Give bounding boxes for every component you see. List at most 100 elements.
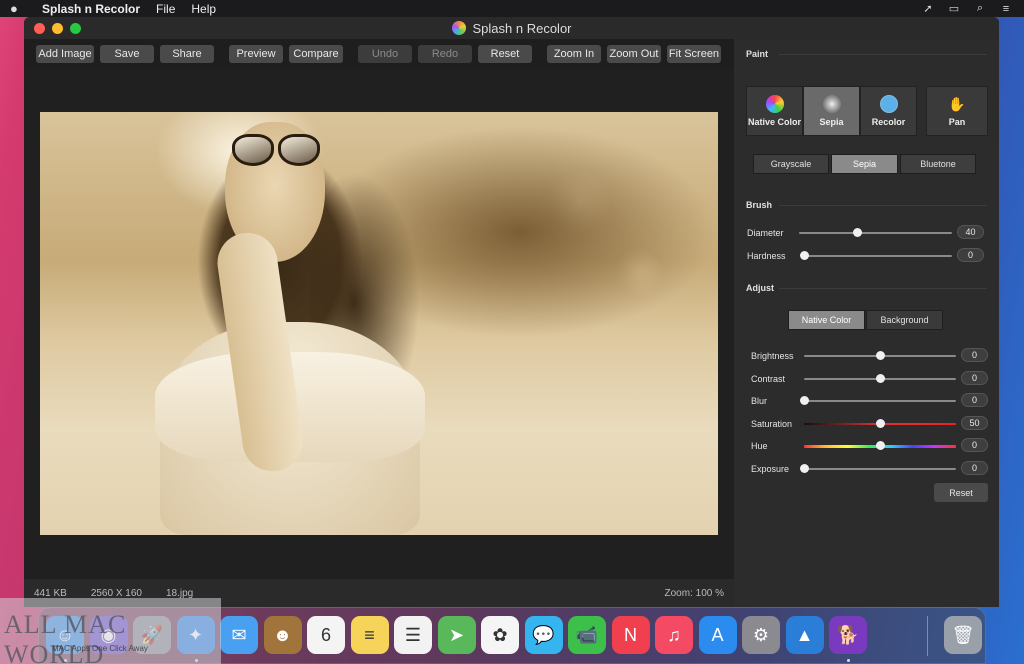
minimize-window-button[interactable]	[52, 23, 63, 34]
music-icon[interactable]: ♫	[655, 616, 693, 654]
brightness-label: Brightness	[751, 351, 794, 361]
blur-slider[interactable]	[800, 396, 956, 405]
maps-icon[interactable]: ➤	[437, 616, 476, 654]
fit-screen-button[interactable]: Fit Screen	[667, 45, 721, 63]
contrast-label: Contrast	[751, 373, 786, 384]
facetime-icon[interactable]: 📹	[568, 616, 606, 654]
altitude-icon[interactable]: ▲	[785, 616, 824, 654]
zoom-level: Zoom: 100 %	[664, 587, 724, 599]
saturation-slider-knob[interactable]	[876, 418, 885, 428]
app-icon	[451, 21, 466, 35]
blur-slider-knob[interactable]	[800, 396, 809, 405]
app-store-icon[interactable]: A	[698, 616, 737, 654]
saturation-slider[interactable]	[804, 418, 956, 428]
news-icon[interactable]: N	[611, 616, 650, 654]
control-center-icon[interactable]: ≡	[998, 3, 1014, 15]
reset-button[interactable]: Reset	[478, 45, 532, 63]
zoom-in-button[interactable]: Zoom In	[547, 45, 601, 63]
location-icon[interactable]: ➚	[920, 3, 936, 15]
photos-icon[interactable]: ✿	[481, 616, 519, 654]
recolor-icon	[879, 95, 898, 113]
mode-native-color-label: Native Color	[747, 117, 801, 127]
menu-help[interactable]: Help	[191, 2, 216, 16]
hardness-slider[interactable]	[800, 251, 952, 260]
save-button[interactable]: Save	[100, 45, 154, 63]
edited-photo[interactable]	[40, 112, 718, 535]
undo-button[interactable]: Undo	[358, 45, 412, 63]
pan-label: Pan	[948, 117, 966, 127]
mode-recolor-label: Recolor	[871, 117, 906, 127]
hue-slider-knob[interactable]	[876, 441, 885, 450]
contacts-icon[interactable]: ☻	[263, 616, 302, 654]
diameter-label: Diameter	[747, 228, 784, 238]
file-size: 441 KB	[34, 587, 67, 599]
diameter-slider[interactable]	[799, 228, 952, 237]
system-preferences-icon[interactable]: ⚙	[742, 616, 780, 654]
contrast-slider-knob[interactable]	[876, 373, 885, 383]
image-canvas[interactable]	[24, 67, 734, 579]
messages-icon[interactable]: 💬	[524, 616, 563, 654]
contrast-value[interactable]: 0	[961, 370, 988, 385]
splash-n-recolor-icon[interactable]: 🐕	[829, 616, 867, 654]
adjust-reset-button[interactable]: Reset	[934, 483, 988, 502]
reminders-icon[interactable]: ☰	[394, 616, 432, 654]
app-window: Splash n Recolor Add Image Save Share Pr…	[24, 17, 999, 607]
filter-grayscale-button[interactable]: Grayscale	[753, 154, 829, 174]
file-name: 18.jpg	[165, 587, 194, 599]
filter-sepia-button[interactable]: Sepia	[831, 154, 898, 174]
brightness-slider-knob[interactable]	[876, 351, 885, 360]
share-button[interactable]: Share	[160, 45, 214, 63]
maximize-window-button[interactable]	[70, 23, 81, 34]
mode-recolor-button[interactable]: Recolor	[860, 86, 917, 136]
trash-icon[interactable]: 🗑	[944, 616, 982, 654]
adjust-tab-native-color[interactable]: Native Color	[788, 310, 865, 330]
paint-section-title: Paint	[746, 49, 769, 59]
adjust-tab-background[interactable]: Background	[866, 310, 943, 330]
mode-sepia-button[interactable]: Sepia	[803, 86, 860, 136]
hand-icon: ✋	[948, 95, 966, 112]
blur-value[interactable]: 0	[961, 393, 988, 407]
side-panel: Paint Native Color Sepia Recolor ✋ Pan G…	[734, 39, 999, 607]
contrast-slider[interactable]	[804, 373, 956, 383]
calendar-icon[interactable]: 6	[307, 616, 345, 654]
exposure-slider-knob[interactable]	[800, 463, 809, 473]
hue-label: Hue	[751, 441, 768, 451]
exposure-slider[interactable]	[800, 463, 956, 473]
exposure-value[interactable]: 0	[961, 460, 988, 475]
exposure-label: Exposure	[751, 463, 790, 474]
close-window-button[interactable]	[34, 23, 45, 34]
blur-label: Blur	[751, 396, 768, 406]
diameter-value[interactable]: 40	[957, 225, 984, 239]
mode-native-color-button[interactable]: Native Color	[746, 86, 803, 136]
hardness-slider-knob[interactable]	[800, 251, 809, 260]
compare-button[interactable]: Compare	[289, 45, 343, 63]
menu-file[interactable]: File	[156, 2, 175, 16]
preview-button[interactable]: Preview	[229, 45, 283, 63]
notes-icon[interactable]: ≡	[350, 616, 389, 654]
menu-app-name[interactable]: Splash n Recolor	[42, 2, 140, 16]
zoom-out-button[interactable]: Zoom Out	[607, 45, 661, 63]
saturation-value[interactable]: 50	[961, 415, 988, 430]
apple-menu-icon[interactable]: ●	[10, 1, 24, 16]
brightness-slider[interactable]	[804, 351, 956, 360]
title-bar: Splash n Recolor	[24, 17, 999, 39]
brightness-value[interactable]: 0	[961, 348, 988, 362]
mail-icon[interactable]: ✉	[220, 616, 258, 654]
display-icon[interactable]: ▭	[946, 3, 962, 15]
window-controls	[34, 23, 81, 34]
hue-value[interactable]: 0	[961, 438, 988, 452]
filter-bluetone-button[interactable]: Bluetone	[900, 154, 976, 174]
hue-slider[interactable]	[804, 441, 956, 450]
watermark-title: ALL MAC WORLD	[4, 610, 127, 664]
diameter-slider-knob[interactable]	[853, 228, 863, 237]
image-dimensions: 2560 X 160	[90, 587, 142, 599]
search-icon[interactable]: ⌕	[972, 2, 988, 15]
add-image-button[interactable]: Add Image	[36, 45, 94, 63]
pan-button[interactable]: ✋ Pan	[926, 86, 988, 136]
hardness-value[interactable]: 0	[957, 248, 984, 262]
mode-sepia-label: Sepia	[819, 117, 844, 127]
watermark-subtitle: MAC Apps One Click Away	[52, 644, 148, 653]
redo-button[interactable]: Redo	[418, 45, 472, 63]
window-title: Splash n Recolor	[472, 20, 572, 36]
sepia-icon	[822, 95, 841, 113]
